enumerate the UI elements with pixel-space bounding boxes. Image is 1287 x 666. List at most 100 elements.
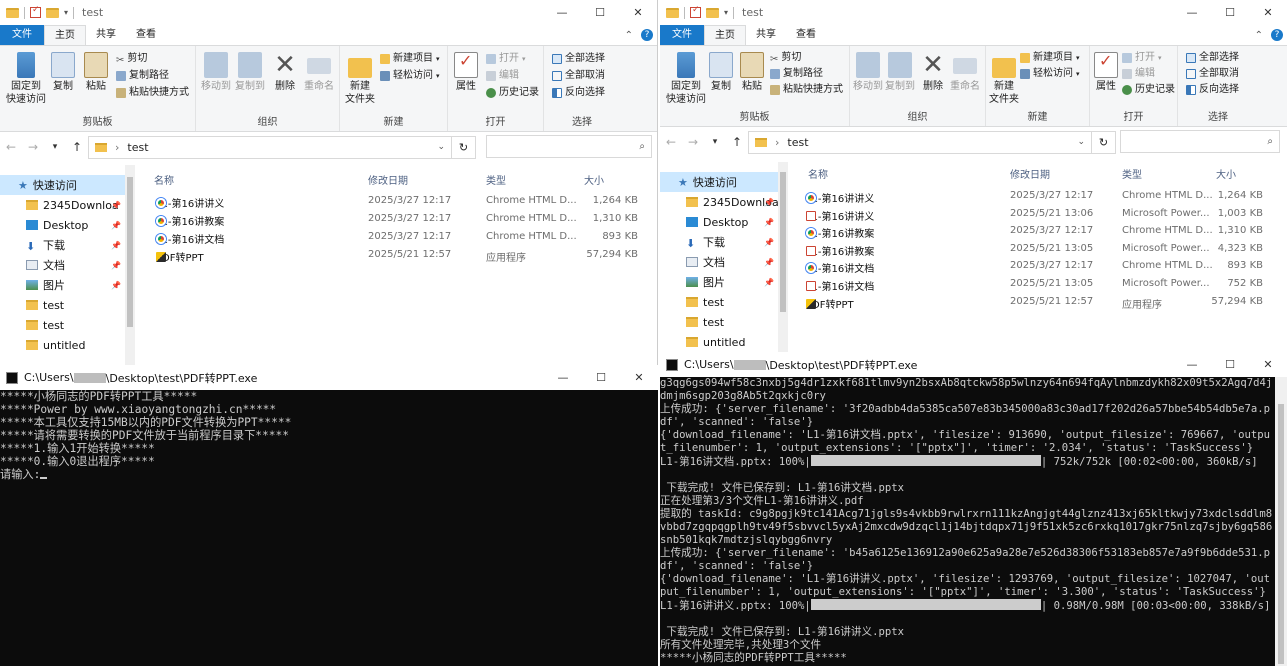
nav-item[interactable]: 文档 📌 — [660, 252, 778, 272]
paste-button[interactable]: 粘贴 — [738, 52, 766, 93]
minimize-button[interactable]: — — [1173, 0, 1211, 25]
close-button[interactable]: ✕ — [1249, 0, 1287, 25]
select-none-button[interactable]: 全部取消 — [1186, 67, 1239, 81]
easy-access-button[interactable]: 轻松访问 ▾ — [380, 69, 440, 83]
delete-button[interactable]: ✕ 删除 — [920, 52, 946, 93]
pin-icon[interactable]: 📌 — [764, 198, 774, 207]
paste-shortcut-button[interactable]: 粘贴快捷方式 — [116, 86, 189, 100]
title-bar[interactable]: ▾ test — ☐ ✕ — [660, 0, 1287, 25]
customize-dropdown-icon[interactable]: ▾ — [724, 8, 728, 17]
forward-arrow-icon[interactable]: → — [682, 135, 704, 149]
properties-quick-icon[interactable] — [690, 5, 701, 18]
easy-access-button[interactable]: 轻松访问 ▾ — [1020, 67, 1080, 81]
file-row[interactable]: L1-第16讲文档 2025/5/21 13:05 Microsoft Power.… — [790, 275, 1285, 293]
tab-file[interactable]: 文件 — [0, 25, 44, 45]
close-button[interactable]: ✕ — [619, 0, 657, 25]
nav-item[interactable]: 图片 📌 — [0, 275, 125, 295]
nav-scrollbar[interactable] — [778, 162, 788, 352]
select-all-button[interactable]: 全部选择 — [552, 52, 605, 66]
nav-item[interactable]: 文档 📌 — [0, 255, 125, 275]
select-none-button[interactable]: 全部取消 — [552, 69, 605, 83]
nav-item[interactable]: ⬇ 下载 📌 — [0, 235, 125, 255]
minimize-button[interactable]: — — [1173, 352, 1211, 377]
properties-button[interactable]: ✓ 属性 — [452, 52, 480, 93]
rename-button[interactable]: 重命名 — [948, 52, 982, 93]
copy-to-button[interactable]: 复制到 — [234, 52, 266, 93]
forward-arrow-icon[interactable]: → — [22, 140, 44, 154]
edit-button[interactable]: 编辑 — [486, 69, 519, 83]
history-button[interactable]: 历史记录 — [1122, 83, 1175, 97]
collapse-ribbon-icon[interactable]: ⌃ — [625, 30, 633, 41]
file-row[interactable]: L1-第16讲文档 2025/3/27 12:17 Chrome HTML D...… — [136, 228, 656, 246]
back-arrow-icon[interactable]: ← — [660, 135, 682, 149]
tab-view[interactable]: 查看 — [786, 25, 826, 45]
address-bar[interactable]: › test ⌄ — [748, 130, 1092, 154]
pin-icon[interactable]: 📌 — [111, 221, 121, 230]
file-row[interactable]: L1-第16讲讲义 2025/3/27 12:17 Chrome HTML D...… — [790, 187, 1285, 205]
new-folder-button[interactable]: 新建 文件夹 — [988, 52, 1020, 106]
search-input[interactable]: ⌕ — [1120, 130, 1280, 153]
recent-dropdown-icon[interactable]: ▾ — [44, 142, 66, 152]
address-dropdown-icon[interactable]: ⌄ — [1077, 137, 1085, 147]
nav-item[interactable]: Desktop 📌 — [660, 212, 778, 232]
back-arrow-icon[interactable]: ← — [0, 140, 22, 154]
file-row[interactable]: PDF转PPT 2025/5/21 12:57 应用程序 57,294 KB — [136, 246, 656, 264]
nav-item[interactable]: untitled — [660, 332, 778, 352]
new-folder-quick-icon[interactable] — [46, 7, 59, 18]
nav-item[interactable]: 2345Downloa 📌 — [660, 192, 779, 212]
history-button[interactable]: 历史记录 — [486, 86, 539, 100]
cut-button[interactable]: ✂ 剪切 — [116, 52, 147, 66]
close-button[interactable]: ✕ — [1249, 352, 1287, 377]
new-folder-quick-icon[interactable] — [706, 7, 719, 18]
paste-button[interactable]: 粘贴 — [82, 52, 110, 93]
nav-item[interactable]: 图片 📌 — [660, 272, 778, 292]
file-row[interactable]: L1-第16讲文档 2025/3/27 12:17 Chrome HTML D...… — [790, 257, 1285, 275]
nav-item[interactable]: test — [0, 295, 125, 315]
address-dropdown-icon[interactable]: ⌄ — [437, 142, 445, 152]
new-folder-button[interactable]: 新建 文件夹 — [344, 52, 376, 106]
edit-button[interactable]: 编辑 — [1122, 67, 1155, 81]
column-size[interactable]: 大小 — [584, 172, 604, 187]
invert-selection-button[interactable]: 反向选择 — [552, 86, 605, 100]
open-button[interactable]: 打开 ▾ — [486, 52, 526, 66]
search-input[interactable]: ⌕ — [486, 135, 652, 158]
nav-item[interactable]: ⬇ 下载 📌 — [660, 232, 778, 252]
column-type[interactable]: 类型 — [1122, 166, 1142, 181]
file-row[interactable]: L1-第16讲讲义 2025/3/27 12:17 Chrome HTML D...… — [136, 192, 656, 210]
paste-shortcut-button[interactable]: 粘贴快捷方式 — [770, 83, 843, 97]
tab-file[interactable]: 文件 — [660, 25, 704, 45]
properties-quick-icon[interactable] — [30, 5, 41, 18]
nav-item[interactable]: test — [660, 312, 778, 332]
nav-item[interactable]: ★ 快速访问 — [0, 175, 125, 195]
help-icon[interactable]: ? — [1271, 29, 1283, 41]
file-row[interactable]: L1-第16讲教案 2025/5/21 13:05 Microsoft Power.… — [790, 240, 1285, 258]
right-console-window[interactable]: C:\Users\ \Desktop\test\PDF转PPT.exe — ☐ ✕… — [660, 352, 1287, 666]
pin-icon[interactable]: 📌 — [111, 281, 121, 290]
tab-view[interactable]: 查看 — [126, 25, 166, 45]
column-name[interactable]: 名称 — [808, 166, 828, 181]
console-title-bar[interactable]: C:\Users\ \Desktop\test\PDF转PPT.exe — ☐ ✕ — [0, 365, 658, 390]
nav-item[interactable]: Desktop 📌 — [0, 215, 125, 235]
new-item-button[interactable]: 新建项目 ▾ — [1020, 51, 1080, 65]
open-button[interactable]: 打开 ▾ — [1122, 51, 1162, 65]
copy-button[interactable]: 复制 — [708, 52, 734, 93]
column-date[interactable]: 修改日期 — [368, 172, 408, 187]
column-type[interactable]: 类型 — [486, 172, 506, 187]
select-all-button[interactable]: 全部选择 — [1186, 51, 1239, 65]
close-button[interactable]: ✕ — [620, 365, 658, 390]
maximize-button[interactable]: ☐ — [1211, 0, 1249, 25]
copy-path-button[interactable]: 复制路径 — [770, 67, 823, 81]
file-row[interactable]: L1-第16讲讲义 2025/5/21 13:06 Microsoft Power.… — [790, 205, 1285, 223]
file-row[interactable]: PDF转PPT 2025/5/21 12:57 应用程序 57,294 KB — [790, 293, 1285, 311]
new-item-button[interactable]: 新建项目 ▾ — [380, 52, 440, 66]
properties-button[interactable]: ✓ 属性 — [1092, 52, 1120, 93]
title-bar[interactable]: ▾ test — ☐ ✕ — [0, 0, 657, 25]
copy-path-button[interactable]: 复制路径 — [116, 69, 169, 83]
column-size[interactable]: 大小 — [1216, 166, 1236, 181]
customize-dropdown-icon[interactable]: ▾ — [64, 8, 68, 17]
address-bar[interactable]: › test ⌄ — [88, 135, 452, 159]
pin-icon[interactable]: 📌 — [764, 278, 774, 287]
refresh-button[interactable]: ↻ — [1092, 130, 1116, 154]
pin-quick-access-button[interactable]: 固定到 快速访问 — [5, 52, 47, 106]
move-to-button[interactable]: 移动到 — [200, 52, 232, 93]
